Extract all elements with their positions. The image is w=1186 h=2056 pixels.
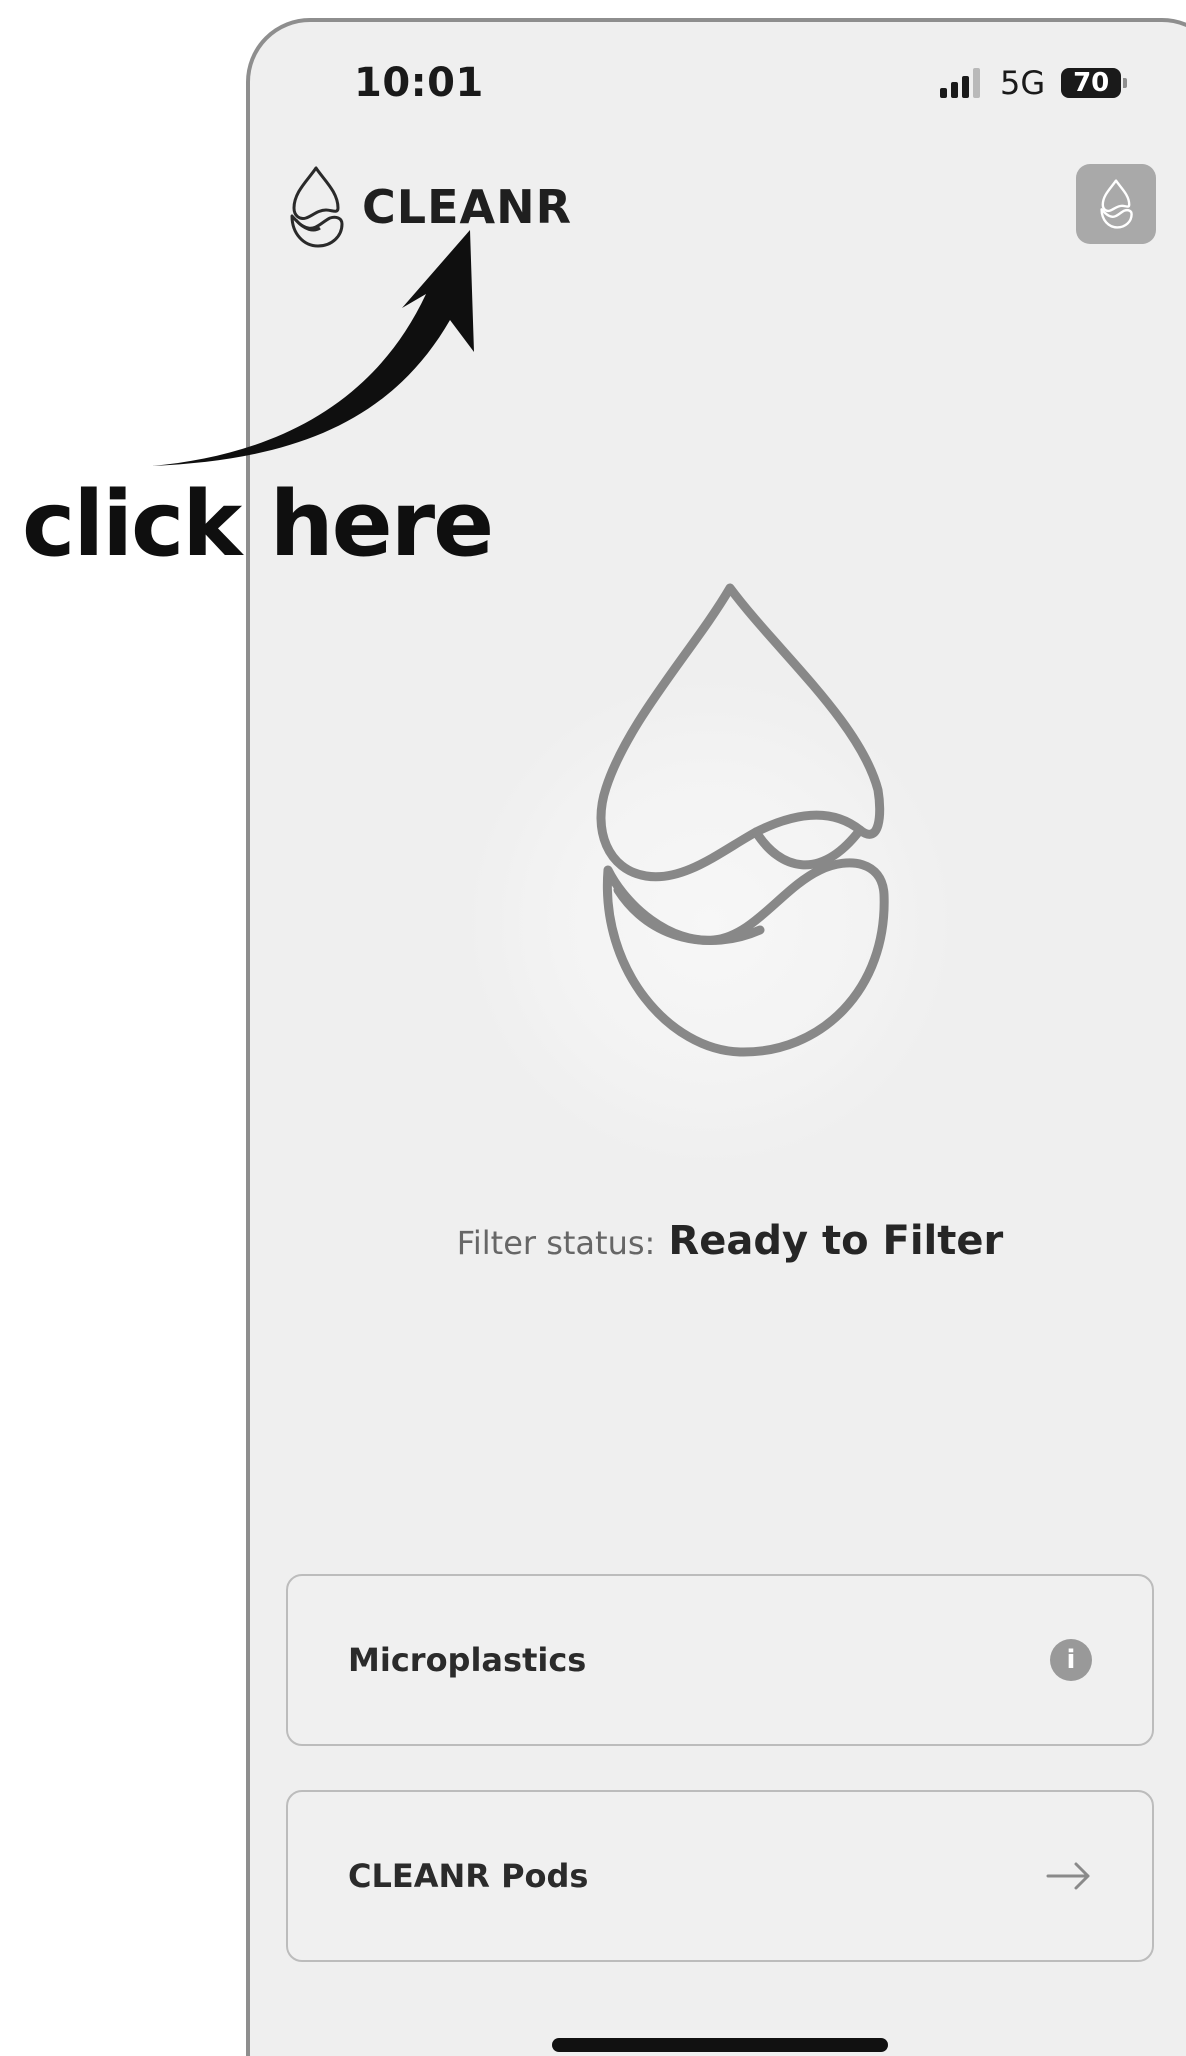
battery-cap bbox=[1123, 78, 1128, 88]
battery-level: 70 bbox=[1073, 68, 1110, 98]
home-indicator[interactable] bbox=[552, 2038, 888, 2052]
water-drop-logo-icon bbox=[596, 583, 889, 1057]
network-type: 5G bbox=[1000, 64, 1046, 102]
cleanr-pods-label: CLEANR Pods bbox=[348, 1857, 589, 1895]
status-time: 10:01 bbox=[354, 60, 484, 106]
filter-status-value: Ready to Filter bbox=[668, 1218, 1004, 1264]
cleanr-pods-card[interactable]: CLEANR Pods bbox=[286, 1790, 1154, 1962]
microplastics-label: Microplastics bbox=[348, 1641, 587, 1679]
battery-icon: 70 bbox=[1061, 68, 1122, 98]
annotation-arrow-icon bbox=[152, 230, 474, 466]
microplastics-card[interactable]: Microplastics i bbox=[286, 1574, 1154, 1746]
status-indicators: 5G 70 bbox=[940, 64, 1128, 102]
arrow-right-icon bbox=[1046, 1862, 1090, 1890]
annotation-text: click here bbox=[22, 472, 494, 577]
profile-button[interactable] bbox=[1076, 164, 1156, 244]
filter-status: Filter status: Ready to Filter bbox=[250, 1218, 1186, 1264]
water-drop-logo-icon bbox=[1100, 179, 1133, 229]
signal-strength-icon bbox=[940, 68, 980, 98]
filter-status-label: Filter status: bbox=[456, 1224, 656, 1262]
page: 10:01 5G 70 CLEANR Filter status: Ready … bbox=[0, 0, 1186, 2056]
info-icon[interactable]: i bbox=[1050, 1639, 1092, 1681]
